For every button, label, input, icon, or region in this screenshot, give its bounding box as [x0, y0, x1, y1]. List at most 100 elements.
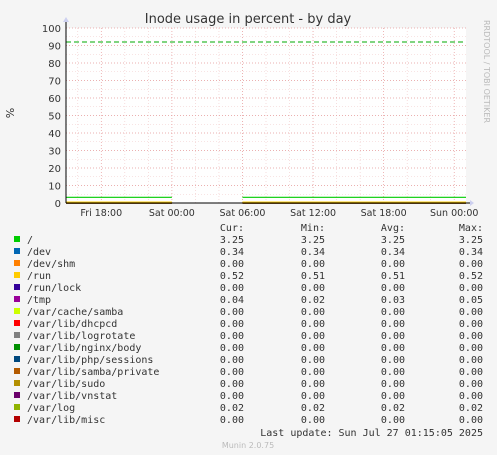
legend-series-name: /var/lib/misc [27, 415, 105, 426]
legend-value-max: 0.00 [459, 355, 483, 366]
legend-series-name: /tmp [27, 295, 51, 306]
x-tick-label: Sun 00:00 [430, 208, 478, 219]
legend-value-cur: 0.00 [220, 343, 244, 354]
legend-series-name: /dev [27, 247, 51, 258]
legend-value-min: 0.00 [301, 283, 325, 294]
legend-value-cur: 0.00 [220, 259, 244, 270]
y-tick-label: 90 [48, 42, 61, 53]
legend-swatch [14, 344, 20, 350]
legend-series-name: /dev/shm [27, 259, 75, 270]
y-tick-label: 70 [48, 77, 61, 88]
legend-value-max: 0.34 [459, 247, 483, 258]
legend-value-max: 0.00 [459, 415, 483, 426]
legend-value-avg: 0.51 [381, 271, 405, 282]
legend-swatch [14, 356, 20, 362]
legend-value-min: 0.00 [301, 319, 325, 330]
legend-swatch [14, 392, 20, 398]
legend-series-name: /var/cache/samba [27, 307, 123, 318]
legend-series-name: /run/lock [27, 283, 81, 294]
side-label: RRDTOOL / TOBI OETIKER [482, 20, 491, 123]
legend-value-avg: 0.03 [381, 295, 405, 306]
legend-value-min: 0.00 [301, 331, 325, 342]
legend-value-min: 0.00 [301, 391, 325, 402]
legend-series-name: /var/log [27, 403, 75, 414]
legend-value-min: 0.00 [301, 415, 325, 426]
legend-value-min: 0.00 [301, 343, 325, 354]
y-axis-arrow [63, 17, 69, 22]
legend-swatch [14, 296, 20, 302]
legend-value-cur: 0.00 [220, 415, 244, 426]
legend-swatch [14, 332, 20, 338]
legend-series-name: /var/lib/samba/private [27, 367, 159, 378]
legend-value-max: 0.05 [459, 295, 483, 306]
legend-series-name: /var/lib/php/sessions [27, 355, 153, 366]
legend-value-cur: 0.00 [220, 319, 244, 330]
chart-title: Inode usage in percent - by day [145, 12, 352, 27]
legend-value-cur: 0.00 [220, 283, 244, 294]
legend-value-cur: 0.34 [220, 247, 244, 258]
legend-swatch [14, 416, 20, 422]
legend-value-max: 0.00 [459, 319, 483, 330]
y-tick-label: 20 [48, 164, 61, 175]
y-tick-label: 10 [48, 182, 61, 193]
legend-value-max: 0.00 [459, 379, 483, 390]
legend-series-name: /var/lib/vnstat [27, 391, 117, 402]
legend-value-cur: 0.02 [220, 403, 244, 414]
legend-header: Cur: [220, 223, 244, 234]
legend-series-name: / [27, 235, 33, 246]
legend-value-avg: 0.00 [381, 367, 405, 378]
legend-value-min: 0.00 [301, 307, 325, 318]
legend-series-name: /run [27, 271, 51, 282]
legend-value-min: 3.25 [301, 235, 325, 246]
legend-header: Avg: [381, 223, 405, 234]
legend-value-min: 0.02 [301, 295, 325, 306]
legend-value-cur: 3.25 [220, 235, 244, 246]
legend-value-cur: 0.00 [220, 355, 244, 366]
legend-value-min: 0.02 [301, 403, 325, 414]
legend-value-cur: 0.00 [220, 391, 244, 402]
footer: Munin 2.0.75 [222, 441, 274, 450]
y-tick-label: 50 [48, 112, 61, 123]
legend-value-max: 0.02 [459, 403, 483, 414]
legend-value-avg: 0.00 [381, 355, 405, 366]
legend-value-max: 0.00 [459, 367, 483, 378]
legend-value-max: 0.00 [459, 343, 483, 354]
legend-value-min: 0.00 [301, 379, 325, 390]
legend-value-cur: 0.00 [220, 367, 244, 378]
legend-value-min: 0.00 [301, 259, 325, 270]
y-tick-label: 0 [55, 199, 61, 210]
legend-value-cur: 0.52 [220, 271, 244, 282]
y-tick-label: 80 [48, 59, 61, 70]
legend-value-min: 0.00 [301, 367, 325, 378]
legend-value-max: 3.25 [459, 235, 483, 246]
legend-swatch [14, 320, 20, 326]
legend-value-cur: 0.04 [220, 295, 244, 306]
legend-value-avg: 0.00 [381, 379, 405, 390]
inode-usage-chart: Inode usage in percent - by day % RRDTOO… [4, 12, 491, 450]
x-axis-arrow [470, 200, 474, 206]
legend-value-max: 0.00 [459, 259, 483, 270]
legend-value-max: 0.00 [459, 391, 483, 402]
legend-swatch [14, 236, 20, 242]
x-tick-label: Fri 18:00 [80, 208, 122, 219]
y-tick-label: 60 [48, 94, 61, 105]
legend-value-max: 0.00 [459, 283, 483, 294]
legend-swatch [14, 380, 20, 386]
legend: Cur: Min: Avg: Max: / 3.25 3.25 3.25 3.25/dev 0.3… [14, 223, 483, 426]
legend-swatch [14, 368, 20, 374]
legend-value-min: 0.34 [301, 247, 325, 258]
x-tick-label: Sat 18:00 [361, 208, 407, 219]
legend-value-min: 0.00 [301, 355, 325, 366]
legend-header: Min: [301, 223, 325, 234]
legend-swatch [14, 284, 20, 290]
legend-swatch [14, 272, 20, 278]
legend-swatch [14, 404, 20, 410]
legend-value-avg: 0.00 [381, 283, 405, 294]
legend-value-avg: 0.00 [381, 307, 405, 318]
legend-value-cur: 0.00 [220, 379, 244, 390]
last-update: Last update: Sun Jul 27 01:15:05 2025 [260, 428, 483, 439]
legend-value-avg: 0.00 [381, 391, 405, 402]
legend-series-name: /var/lib/dhcpcd [27, 319, 117, 330]
legend-value-avg: 3.25 [381, 235, 405, 246]
legend-value-min: 0.51 [301, 271, 325, 282]
